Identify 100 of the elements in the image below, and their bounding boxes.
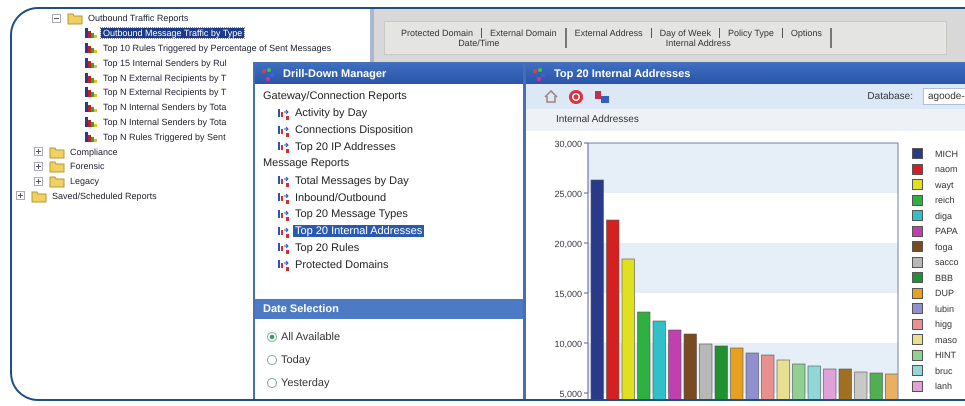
bar-chart-icon: [84, 100, 98, 114]
tree-item[interactable]: Top 10 Rules Triggered by Percentage of Sent Messages: [101, 42, 334, 53]
drill-report-icon: [277, 139, 290, 154]
field-header[interactable]: Options: [790, 28, 822, 38]
bar-chart-icon: [84, 130, 98, 144]
bar: [823, 368, 836, 399]
report-item[interactable]: Top 20 Internal Addresses: [293, 225, 424, 238]
folder-icon: [49, 144, 65, 159]
report-item[interactable]: Inbound/Outbound: [293, 192, 388, 204]
windows-icon[interactable]: [594, 90, 610, 104]
legend-label: bruc: [935, 366, 953, 376]
report-item[interactable]: Total Messages by Day: [293, 174, 411, 187]
app-icon: [532, 67, 546, 81]
drill-report-icon: [277, 257, 290, 272]
tree-item[interactable]: Top N External Recipients by T: [101, 87, 228, 98]
bar: [838, 368, 852, 399]
axis-tick-label: 20,000: [554, 239, 582, 249]
bar: [776, 360, 790, 399]
folder-icon: [31, 188, 47, 203]
legend-label: BBB: [935, 272, 954, 283]
tree-item[interactable]: Top 15 Internal Senders by Rul: [101, 58, 229, 68]
tree-item[interactable]: Compliance: [68, 146, 120, 157]
tree-item[interactable]: Top N Internal Senders by Tota: [101, 102, 228, 112]
bar-chart-icon: [84, 114, 98, 129]
record-icon[interactable]: [568, 88, 584, 104]
tree-item[interactable]: Top N External Recipients by T: [101, 72, 228, 83]
drill-report-icon: [277, 173, 290, 188]
drill-report-icon: [277, 240, 290, 256]
bar: [792, 364, 806, 399]
bar: [668, 330, 682, 399]
legend-label: higg: [935, 319, 952, 330]
report-item[interactable]: Activity by Day: [293, 107, 370, 120]
expand-icon[interactable]: [34, 176, 43, 186]
collapse-icon[interactable]: [52, 14, 61, 23]
option-label: All Available: [281, 330, 340, 342]
legend-label: DUP: [935, 288, 954, 298]
chart-title: Internal Addresses: [526, 109, 965, 131]
bar: [684, 334, 697, 399]
legend-label: maso: [935, 334, 958, 345]
axis-tick-label: 30,000: [554, 139, 582, 149]
tree-item[interactable]: Legacy: [68, 176, 102, 186]
database-field[interactable]: agoode-: [923, 88, 965, 105]
field-header[interactable]: Internal Address: [666, 38, 731, 48]
report-item[interactable]: Top 20 Message Types: [293, 208, 410, 220]
tree-item[interactable]: Outbound Message Traffic by Type: [101, 28, 244, 38]
report-item[interactable]: Top 20 IP Addresses: [293, 140, 398, 153]
axis-tick-label: 10,000: [554, 339, 582, 349]
bar-chart-icon: [84, 26, 98, 40]
home-icon[interactable]: [544, 90, 558, 103]
field-header[interactable]: Date/Time: [458, 38, 500, 48]
database-label: Database:: [867, 91, 913, 102]
option-label: Yesterday: [281, 376, 330, 388]
window-title: Top 20 Internal Addresses: [554, 68, 690, 80]
legend-label: MICH: [935, 148, 958, 159]
window-title: Drill-Down Manager: [283, 68, 386, 80]
axis-tick-label: 25,000: [554, 189, 582, 199]
folder-icon: [67, 11, 83, 26]
report-item[interactable]: Connections Disposition: [293, 124, 416, 136]
field-header[interactable]: External Address: [574, 28, 643, 38]
expand-icon[interactable]: [34, 147, 43, 156]
legend-label: sacco: [935, 257, 959, 268]
field-header[interactable]: Day of Week: [660, 28, 711, 38]
bar: [870, 372, 883, 399]
radio-button[interactable]: [267, 332, 277, 342]
bar: [730, 348, 744, 399]
legend-label: PAPA: [935, 226, 958, 236]
tree-item[interactable]: Outbound Traffic Reports: [86, 13, 190, 24]
report-item[interactable]: Protected Domains: [293, 258, 391, 271]
legend-label: reich: [935, 195, 955, 206]
tree-item[interactable]: Top N Internal Senders by Tota: [101, 116, 228, 127]
tree-item[interactable]: Forensic: [68, 161, 107, 172]
field-header[interactable]: Policy Type: [728, 28, 774, 38]
expand-icon[interactable]: [16, 191, 25, 200]
bar-chart-icon: [84, 70, 98, 85]
bar: [714, 346, 728, 399]
tree-item[interactable]: Saved/Scheduled Reports: [50, 190, 159, 201]
folder-icon: [49, 174, 65, 188]
legend-label: naom: [935, 164, 958, 174]
group-label: Gateway/Connection Reports: [263, 89, 408, 104]
legend-label: HINT: [935, 350, 956, 360]
bar: [885, 374, 898, 399]
app-icon: [261, 67, 275, 81]
field-header[interactable]: Protected Domain: [401, 28, 474, 38]
drill-report-icon: [277, 190, 290, 206]
bar: [761, 354, 774, 399]
expand-icon[interactable]: [34, 162, 43, 171]
legend-label: diga: [935, 210, 952, 221]
bar-chart-icon: [84, 56, 98, 70]
bar: [699, 344, 712, 399]
legend-label: lanh: [935, 381, 952, 392]
legend-label: foga: [935, 242, 953, 252]
radio-button[interactable]: [267, 378, 277, 388]
report-item[interactable]: Top 20 Rules: [293, 242, 362, 254]
option-label: Today: [281, 354, 310, 366]
tree-item[interactable]: Top N Rules Triggered by Sent: [101, 132, 228, 142]
bar: [808, 366, 821, 399]
radio-button[interactable]: [267, 354, 277, 364]
legend-label: lubin: [935, 304, 954, 314]
field-header[interactable]: External Domain: [490, 28, 557, 38]
section-header: Date Selection: [255, 299, 523, 319]
